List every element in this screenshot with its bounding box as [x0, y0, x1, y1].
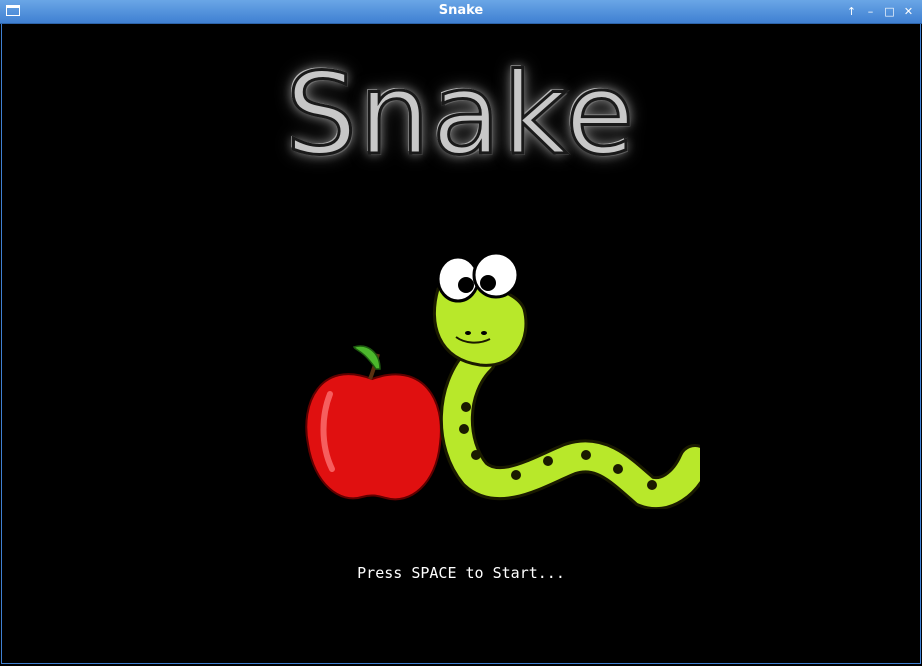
window-controls: ↑ – □ ✕	[844, 4, 916, 19]
maximize-button[interactable]: □	[882, 4, 897, 19]
start-prompt: Press SPACE to Start...	[357, 564, 565, 582]
title-bar[interactable]: Snake ↑ – □ ✕	[0, 0, 922, 24]
game-window: Snake ↑ – □ ✕ Snake Press SPACE to Start…	[0, 0, 922, 666]
game-title: Snake	[2, 49, 920, 182]
title-artwork	[305, 251, 700, 509]
window-title: Snake	[438, 3, 484, 18]
snake-illustration	[433, 251, 700, 509]
close-button[interactable]: ✕	[901, 4, 916, 19]
minimize-button[interactable]: –	[863, 4, 878, 19]
pin-button[interactable]: ↑	[844, 4, 859, 19]
apple-illustration	[305, 345, 442, 501]
game-canvas[interactable]: Snake Press SPACE to Start...	[1, 24, 921, 664]
